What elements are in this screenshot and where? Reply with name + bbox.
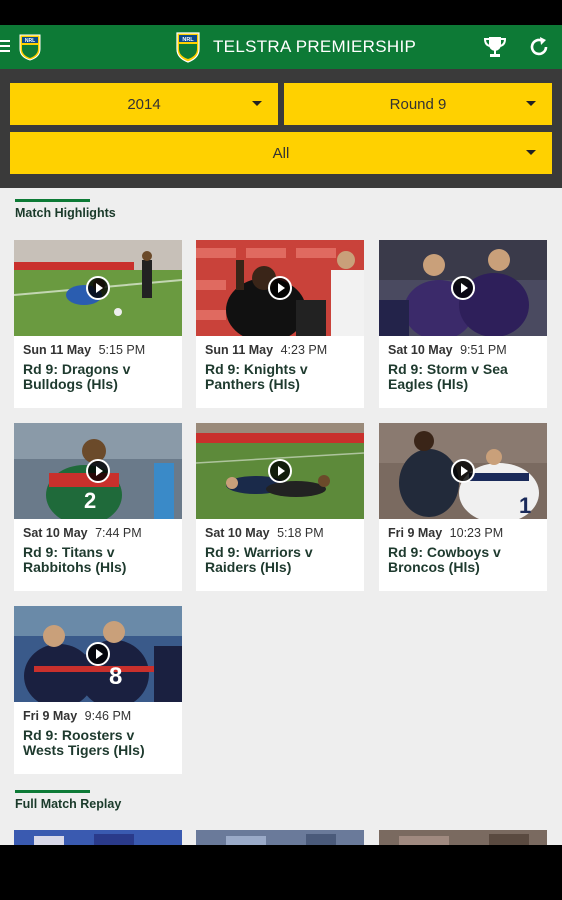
video-meta: Sun 11 May 5:15 PM xyxy=(14,336,182,357)
video-meta: Fri 9 May 9:46 PM xyxy=(14,702,182,723)
video-time: 7:44 PM xyxy=(95,526,142,540)
video-list[interactable]: Match Highlights Sun 11 May 5:15 PM Rd 9… xyxy=(0,188,562,845)
video-thumbnail[interactable] xyxy=(196,830,364,845)
video-card[interactable]: Sat 10 May 5:18 PM Rd 9: Warriors v Raid… xyxy=(196,423,364,591)
chevron-down-icon xyxy=(252,101,262,106)
video-meta: Fri 9 May 10:23 PM xyxy=(379,519,547,540)
svg-text:2: 2 xyxy=(84,488,96,513)
video-thumbnail[interactable] xyxy=(196,423,364,519)
video-date: Sat 10 May xyxy=(388,343,453,357)
video-title: Rd 9: Roosters v Wests Tigers (Hls) xyxy=(23,727,145,758)
video-card[interactable]: 8 Fri 9 May 9:46 PM Rd 9: Roosters v Wes… xyxy=(14,606,182,774)
refresh-icon[interactable] xyxy=(527,35,551,59)
video-time: 9:46 PM xyxy=(84,709,132,723)
svg-text:NRL: NRL xyxy=(25,38,35,44)
video-date: Sun 11 May xyxy=(23,343,92,357)
section-underline xyxy=(15,199,90,202)
video-thumbnail[interactable] xyxy=(379,830,547,845)
thumbnail-image xyxy=(196,830,364,845)
app-bar: NRL NRL TELSTRA PREMIERSHIP xyxy=(0,25,562,69)
status-bar xyxy=(0,0,562,25)
video-title: Rd 9: Dragons v Bulldogs (Hls) xyxy=(23,361,131,392)
round-dropdown-value: Round 9 xyxy=(389,95,447,113)
nrl-logo-icon[interactable]: NRL xyxy=(18,33,42,61)
thumbnail-image xyxy=(14,830,182,845)
video-date: Sat 10 May xyxy=(23,526,88,540)
trophy-icon[interactable] xyxy=(482,35,508,59)
video-date: Fri 9 May xyxy=(23,709,78,723)
video-thumbnail[interactable]: 8 xyxy=(14,606,182,702)
play-icon[interactable] xyxy=(451,276,475,300)
team-dropdown[interactable]: All xyxy=(10,132,552,174)
video-meta: Sat 10 May 7:44 PM xyxy=(14,519,182,540)
section-title: Match Highlights xyxy=(15,206,116,220)
video-thumbnail[interactable] xyxy=(14,830,182,845)
svg-text:8: 8 xyxy=(109,663,122,690)
thumbnail-image xyxy=(379,830,547,845)
video-thumbnail[interactable] xyxy=(14,240,182,336)
video-date: Fri 9 May xyxy=(388,526,443,540)
app-title: TELSTRA PREMIERSHIP xyxy=(213,37,417,56)
video-thumbnail[interactable] xyxy=(379,240,547,336)
video-title: Rd 9: Titans v Rabbitohs (Hls) xyxy=(23,544,127,575)
video-thumbnail[interactable] xyxy=(196,240,364,336)
play-icon[interactable] xyxy=(268,459,292,483)
video-thumbnail[interactable]: 2 xyxy=(14,423,182,519)
team-dropdown-value: All xyxy=(272,144,290,162)
nrl-crest-icon: NRL xyxy=(176,32,200,63)
section-title: Full Match Replay xyxy=(15,797,122,811)
video-card[interactable]: 2 Sat 10 May 7:44 PM Rd 9: Titans v Rabb… xyxy=(14,423,182,591)
video-title: Rd 9: Cowboys v Broncos (Hls) xyxy=(388,544,501,575)
video-time: 9:51 PM xyxy=(460,343,507,357)
video-card[interactable]: Sun 11 May 5:15 PM Rd 9: Dragons v Bulld… xyxy=(14,240,182,408)
section-header-replay: Full Match Replay xyxy=(15,790,121,811)
video-card[interactable]: Sun 11 May 4:23 PM Rd 9: Knights v Panth… xyxy=(196,240,364,408)
play-icon[interactable] xyxy=(86,276,110,300)
section-header-highlights: Match Highlights xyxy=(15,199,116,220)
video-meta: Sat 10 May 5:18 PM xyxy=(196,519,364,540)
video-meta: Sun 11 May 4:23 PM xyxy=(196,336,364,357)
play-icon[interactable] xyxy=(86,642,110,666)
hamburger-menu-icon[interactable] xyxy=(0,37,12,57)
video-date: Sun 11 May xyxy=(205,343,274,357)
play-icon[interactable] xyxy=(268,276,292,300)
chevron-down-icon xyxy=(526,101,536,106)
video-title: Rd 9: Warriors v Raiders (Hls) xyxy=(205,544,313,575)
filter-panel: 2014 Round 9 All xyxy=(0,69,562,188)
svg-text:1: 1 xyxy=(519,493,531,518)
chevron-down-icon xyxy=(526,150,536,155)
video-title: Rd 9: Knights v Panthers (Hls) xyxy=(205,361,308,392)
video-thumbnail[interactable]: 1 xyxy=(379,423,547,519)
play-icon[interactable] xyxy=(86,459,110,483)
video-date: Sat 10 May xyxy=(205,526,270,540)
video-card[interactable]: Sat 10 May 9:51 PM Rd 9: Storm v Sea Eag… xyxy=(379,240,547,408)
video-time: 4:23 PM xyxy=(280,343,328,357)
video-time: 10:23 PM xyxy=(449,526,504,540)
video-time: 5:18 PM xyxy=(277,526,324,540)
section-underline xyxy=(15,790,90,793)
system-nav-bar xyxy=(0,845,562,900)
round-dropdown[interactable]: Round 9 xyxy=(284,83,552,125)
video-meta: Sat 10 May 9:51 PM xyxy=(379,336,547,357)
play-icon[interactable] xyxy=(451,459,475,483)
video-time: 5:15 PM xyxy=(98,343,146,357)
season-dropdown-value: 2014 xyxy=(127,95,161,113)
video-title: Rd 9: Storm v Sea Eagles (Hls) xyxy=(388,361,508,392)
season-dropdown[interactable]: 2014 xyxy=(10,83,278,125)
svg-text:NRL: NRL xyxy=(182,37,194,43)
video-card[interactable]: 1 Fri 9 May 10:23 PM Rd 9: Cowboys v Bro… xyxy=(379,423,547,591)
